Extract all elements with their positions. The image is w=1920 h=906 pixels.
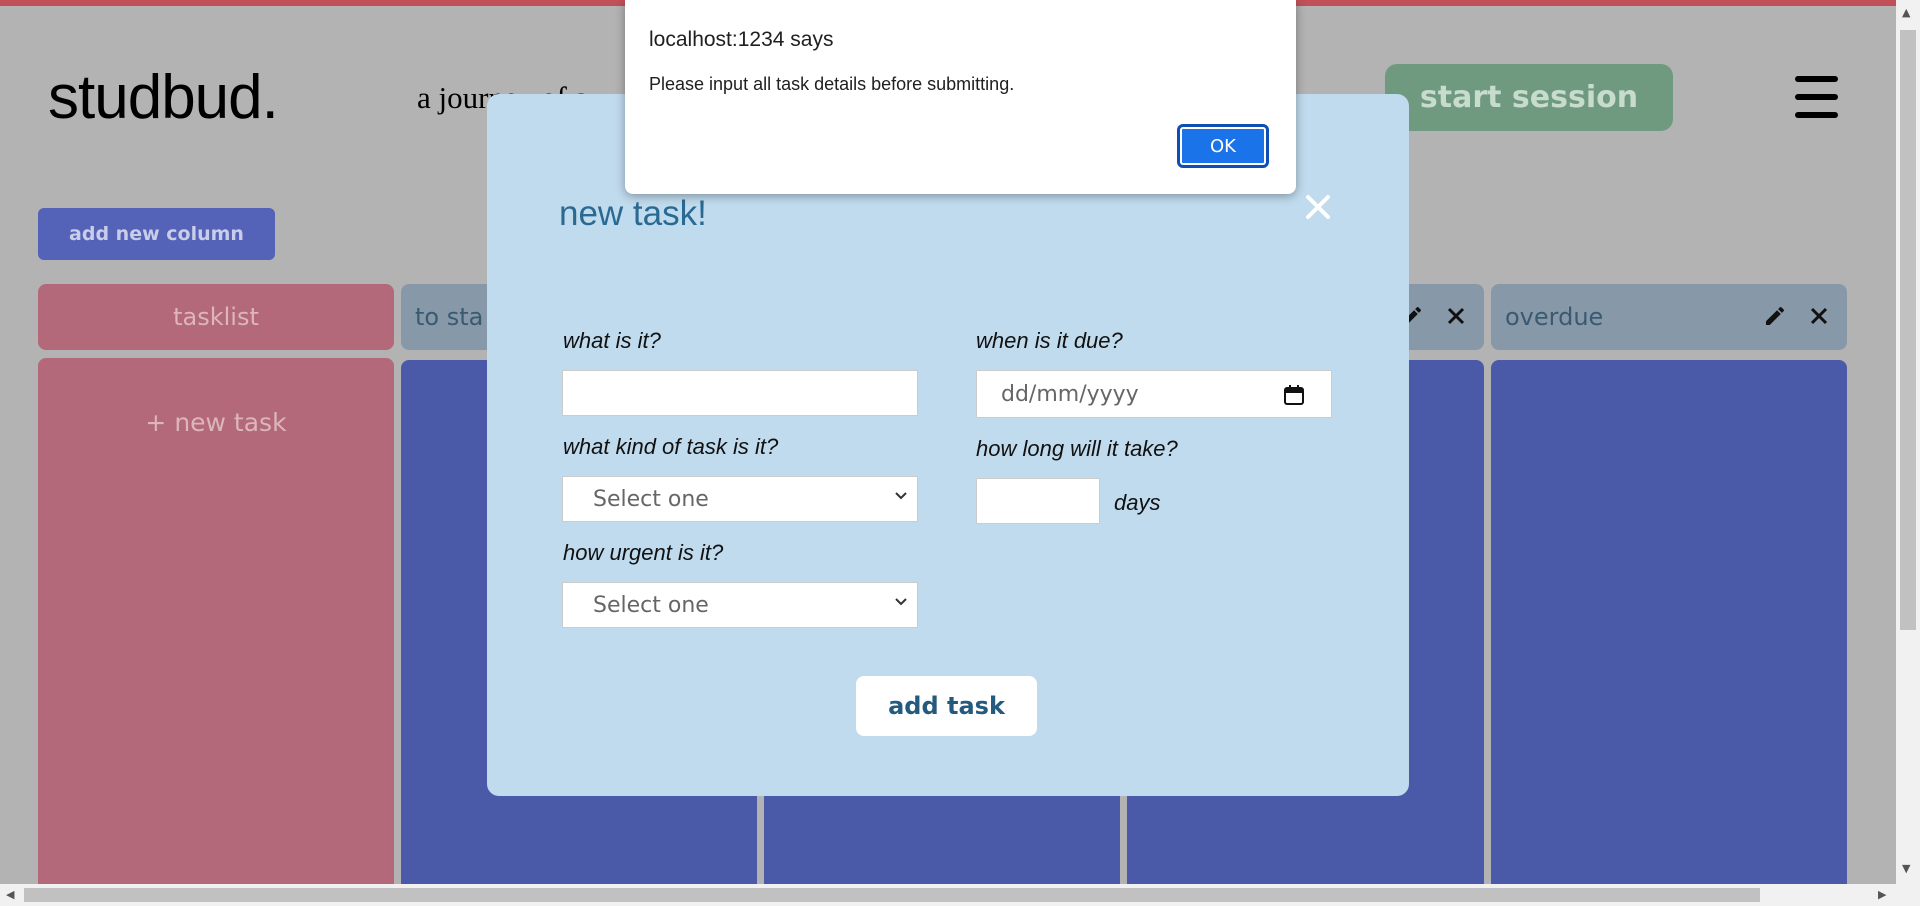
scroll-up-icon[interactable]: ▲	[1902, 6, 1910, 19]
alert-ok-button[interactable]: OK	[1177, 124, 1269, 168]
column-header-actions	[1400, 304, 1468, 328]
column-title: to sta	[415, 303, 484, 331]
calendar-icon[interactable]	[1283, 384, 1305, 406]
due-date-placeholder: dd/mm/yyyy	[1001, 381, 1139, 407]
duration-label: how long will it take?	[976, 436, 1178, 461]
add-task-button[interactable]: add task	[856, 676, 1037, 736]
close-icon[interactable]	[1305, 194, 1331, 220]
due-date-input[interactable]: dd/mm/yyyy	[976, 370, 1332, 418]
what-label: what is it?	[563, 328, 661, 353]
urgency-label: how urgent is it?	[563, 540, 724, 565]
browser-alert-dialog: localhost:1234 says Please input all tas…	[625, 0, 1296, 194]
column-body-overdue	[1491, 360, 1847, 906]
task-kind-select[interactable]: Select one	[562, 476, 918, 522]
column-title: tasklist	[173, 303, 259, 331]
column-header-actions	[1763, 304, 1831, 328]
column-body-tasklist	[38, 358, 394, 906]
menu-icon[interactable]	[1795, 76, 1838, 118]
modal-title: new task!	[559, 194, 707, 233]
scroll-right-icon[interactable]: ▶	[1878, 888, 1886, 901]
alert-message: Please input all task details before sub…	[649, 74, 1015, 94]
close-icon[interactable]	[1444, 304, 1468, 328]
vertical-scrollbar-thumb[interactable]	[1900, 30, 1916, 630]
new-task-button[interactable]: + new task	[38, 408, 394, 437]
horizontal-scrollbar-thumb[interactable]	[24, 888, 1760, 902]
urgency-value: Select one	[593, 592, 709, 618]
kind-label: what kind of task is it?	[563, 434, 779, 459]
chevron-down-icon	[895, 492, 907, 500]
edit-icon[interactable]	[1763, 304, 1787, 328]
task-kind-value: Select one	[593, 486, 709, 512]
scroll-left-icon[interactable]: ◀	[6, 888, 14, 901]
urgency-select[interactable]: Select one	[562, 582, 918, 628]
app-logo: studbud.	[48, 63, 279, 132]
add-column-button[interactable]: add new column	[38, 208, 275, 260]
close-icon[interactable]	[1807, 304, 1831, 328]
start-session-button[interactable]: start session	[1385, 64, 1673, 131]
task-name-input[interactable]	[562, 370, 918, 416]
column-header-overdue: overdue	[1491, 284, 1847, 350]
column-title: overdue	[1505, 303, 1604, 331]
column-header-tasklist: tasklist	[38, 284, 394, 350]
alert-title: localhost:1234 says	[649, 28, 834, 51]
new-task-modal: new task! what is it? what kind of task …	[487, 94, 1409, 796]
duration-unit: days	[1114, 490, 1161, 515]
due-label: when is it due?	[976, 328, 1123, 353]
duration-input[interactable]	[976, 478, 1100, 524]
chevron-down-icon	[895, 598, 907, 606]
scroll-down-icon[interactable]: ▼	[1902, 862, 1910, 875]
